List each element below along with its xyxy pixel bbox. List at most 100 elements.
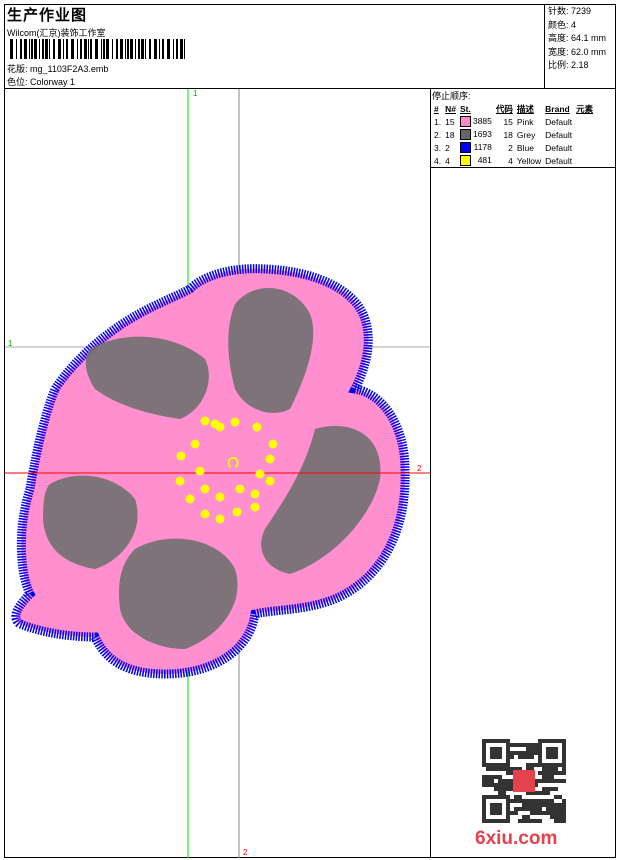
element xyxy=(574,141,595,154)
barcode-bar xyxy=(71,39,74,59)
barcode-bar xyxy=(34,39,37,59)
barcode-bar xyxy=(53,39,55,59)
element xyxy=(574,154,595,167)
colorway-label: 色位: xyxy=(7,77,28,87)
barcode-bar xyxy=(176,39,178,59)
color-description: Blue xyxy=(516,142,534,153)
table-row: 3. 2 1178 2 Blue Default xyxy=(432,141,595,154)
stamen-dot xyxy=(250,502,260,512)
stamen-dot xyxy=(185,494,195,504)
row-index: 4. xyxy=(434,155,442,166)
color-swatch xyxy=(459,155,471,166)
guide-label-h1: 1 xyxy=(8,339,13,348)
barcode-bar xyxy=(49,39,50,59)
barcode-bar xyxy=(42,39,44,59)
stamen-dot xyxy=(195,466,205,476)
brand: Default xyxy=(545,155,573,166)
needle-number: 18 xyxy=(445,129,455,140)
column-header: 元素 xyxy=(576,103,594,114)
stamen-dot xyxy=(255,469,265,479)
stitch-count: 481 xyxy=(458,154,494,167)
color-count: 颜色: 4 xyxy=(548,19,577,30)
barcode-bar xyxy=(63,39,64,59)
stamen-dot xyxy=(230,417,240,427)
color-description: Pink xyxy=(516,116,534,127)
stamen-dot xyxy=(175,476,185,486)
color-swatch xyxy=(459,116,471,127)
color-swatch xyxy=(459,129,471,140)
right-panel: 停止顺序: # N# St. 代码 描述 Brand 元素 1. 15 3885 15 Pink De… xyxy=(430,88,616,858)
needle-number: 4 xyxy=(445,155,450,166)
color-description: Grey xyxy=(516,129,536,140)
seal-icon xyxy=(513,770,535,792)
barcode-bar xyxy=(45,39,48,59)
design-file: 花版: mg_1103F2A3.emb xyxy=(7,62,108,75)
stamen-dot xyxy=(200,484,210,494)
stamen-dot xyxy=(215,514,225,524)
barcode-bar xyxy=(141,39,144,59)
design-filename: mg_1103F2A3.emb xyxy=(30,64,109,74)
barcode-bar xyxy=(31,39,33,59)
barcode-bar xyxy=(167,39,170,59)
barcode-bar xyxy=(66,39,68,59)
column-header: # xyxy=(434,103,439,114)
barcode-bar xyxy=(95,39,98,59)
page-title: 生产作业图 xyxy=(7,7,88,24)
stamen-dot xyxy=(176,451,186,461)
row-index: 2. xyxy=(434,129,442,140)
color-code: 15 xyxy=(503,116,513,127)
color-code: 18 xyxy=(503,129,513,140)
barcode xyxy=(10,39,186,59)
barcode-bar xyxy=(24,39,27,59)
barcode-bar xyxy=(20,39,22,59)
stamen-dot xyxy=(235,484,245,494)
row-index: 1. xyxy=(434,116,442,127)
company-name: Wilcom(汇京)装饰工作室 xyxy=(7,28,106,38)
barcode-bar xyxy=(184,39,185,59)
watermark-logo: 6xiu.com xyxy=(475,828,558,849)
stamen-dot xyxy=(268,439,278,449)
barcode-bar xyxy=(180,39,183,59)
stop-sequence-table: # N# St. 代码 描述 Brand 元素 1. 15 3885 15 Pink Default 2… xyxy=(432,102,595,167)
table-row: 4. 4 481 4 Yellow Default xyxy=(432,154,595,167)
barcode-bar xyxy=(127,39,129,59)
design-scale: 比例: 2.18 xyxy=(548,60,589,70)
stamen-dot xyxy=(210,419,220,429)
barcode-bar xyxy=(145,39,146,59)
barcode-bar xyxy=(116,39,118,59)
stamen-dot xyxy=(200,509,210,519)
barcode-bar xyxy=(120,39,123,59)
barcode-bar xyxy=(10,39,13,59)
column-header: Brand xyxy=(545,103,570,114)
design-width: 宽度: 62.0 mm xyxy=(548,46,607,57)
column-header: N# xyxy=(445,103,456,114)
barcode-bar xyxy=(149,39,151,59)
stamen-dot xyxy=(200,416,210,426)
stamen-dot xyxy=(232,507,242,517)
barcode-bar xyxy=(162,39,164,59)
colorway: 色位: Colorway 1 xyxy=(7,75,75,88)
design-height: 高度: 64.1 mm xyxy=(548,33,607,43)
color-code: 2 xyxy=(508,142,513,153)
design-canvas: ဂ 1 1 2 2 xyxy=(5,89,430,858)
barcode-bar xyxy=(58,39,61,59)
barcode-bar xyxy=(80,39,82,59)
barcode-bar xyxy=(90,39,92,59)
stitch-count: 1693 xyxy=(458,128,494,141)
barcode-bar xyxy=(84,39,87,59)
barcode-bar xyxy=(29,39,30,59)
stamen-dot xyxy=(250,489,260,499)
column-header: 代码 xyxy=(495,103,513,114)
guide-label-h2: 2 xyxy=(417,464,422,473)
brand: Default xyxy=(545,142,573,153)
colorway-value: Colorway 1 xyxy=(30,77,76,87)
design-label: 花版: xyxy=(7,64,28,74)
barcode-bar xyxy=(103,39,105,59)
guide-label-v1: 1 xyxy=(193,89,198,98)
stitch-count: 1178 xyxy=(458,141,494,154)
needle-number: 2 xyxy=(445,142,450,153)
barcode-bar xyxy=(125,39,126,59)
barcode-bar xyxy=(88,39,89,59)
element xyxy=(574,115,595,128)
barcode-bar xyxy=(101,39,102,59)
